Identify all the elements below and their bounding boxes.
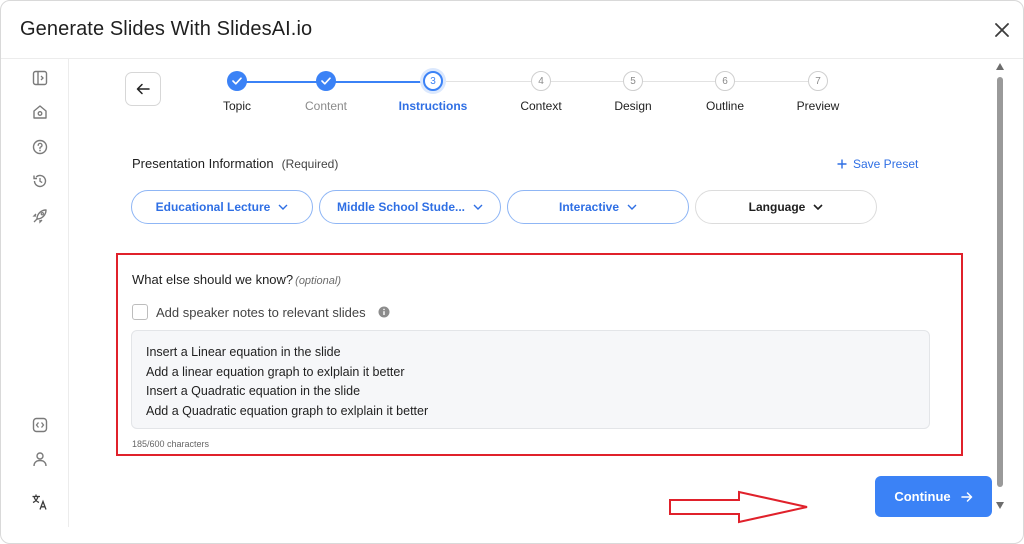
step-number: 3 <box>423 71 443 91</box>
home-icon <box>33 105 47 119</box>
sidebar-item-help[interactable] <box>29 136 51 158</box>
step-label: Topic <box>222 99 251 113</box>
scrollbar[interactable] <box>993 63 1007 513</box>
pill-label: Middle School Stude... <box>336 200 465 214</box>
translate-icon <box>32 494 47 510</box>
step-context[interactable]: 4 Context <box>496 71 586 113</box>
scroll-up-icon <box>996 63 1004 70</box>
scroll-down-icon <box>996 502 1004 509</box>
rocket-icon <box>32 209 47 224</box>
instruction-line: Insert a Quadratic equation in the slide <box>146 384 361 398</box>
speaker-notes-checkbox[interactable] <box>132 304 148 320</box>
chevron-down-icon <box>813 204 823 210</box>
check-icon <box>321 77 331 85</box>
pill-label: Interactive <box>558 200 620 214</box>
dialog-title: Generate Slides With SlidesAI.io <box>20 18 313 40</box>
step-number: 5 <box>623 71 643 91</box>
audience-select[interactable]: Middle School Stude... <box>319 190 501 224</box>
speaker-notes-row: Add speaker notes to relevant slides <box>132 304 390 320</box>
step-label: Instructions <box>398 99 468 113</box>
step-label: Preview <box>796 99 840 113</box>
step-label: Content <box>304 99 348 113</box>
user-icon <box>33 452 47 467</box>
annotation-arrow <box>669 490 808 524</box>
save-preset-button[interactable]: Save Preset <box>837 157 918 171</box>
pill-label: Language <box>748 200 806 214</box>
step-label: Outline <box>705 99 745 113</box>
sidebar-item-home[interactable] <box>29 101 51 123</box>
question-text: What else should we know? <box>132 272 294 287</box>
chevron-down-icon <box>278 204 288 210</box>
sidebar-toggle-button[interactable] <box>29 67 51 89</box>
step-number: 6 <box>715 71 735 91</box>
optional-note: (optional) <box>295 275 342 287</box>
continue-label: Continue <box>894 489 951 504</box>
save-preset-label: Save Preset <box>853 157 919 171</box>
step-content[interactable]: Content <box>281 71 371 113</box>
step-label: Design <box>614 99 652 113</box>
close-button[interactable] <box>989 17 1015 43</box>
check-icon <box>232 77 242 85</box>
step-circle <box>316 71 336 91</box>
arrow-left-icon <box>136 83 150 95</box>
speaker-notes-label[interactable]: Add speaker notes to relevant slides <box>156 305 366 320</box>
chevron-down-icon <box>627 204 637 210</box>
step-preview[interactable]: 7 Preview <box>773 71 863 113</box>
back-button[interactable] <box>125 72 161 106</box>
step-instructions[interactable]: 3 Instructions <box>388 71 478 113</box>
pill-label: Educational Lecture <box>155 200 271 214</box>
tone-select[interactable]: Interactive <box>507 190 689 224</box>
history-icon <box>33 174 47 188</box>
sidebar-item-launch[interactable] <box>29 205 51 227</box>
chevron-down-icon <box>473 204 483 210</box>
instruction-line: Add a linear equation graph to exlplain … <box>146 364 405 379</box>
generate-slides-dialog: Generate Slides With SlidesAI.io Topic C… <box>0 0 1024 544</box>
step-outline[interactable]: 6 Outline <box>680 71 770 113</box>
scroll-thumb[interactable] <box>997 77 1003 487</box>
sidebar-item-translate[interactable] <box>29 491 51 513</box>
sidebar <box>1 59 69 527</box>
presentation-info-title: Presentation Information <box>132 156 274 171</box>
presentation-info-heading: Presentation Information (Required) <box>132 156 338 171</box>
step-number: 7 <box>808 71 828 91</box>
step-label: Context <box>520 99 562 113</box>
step-design[interactable]: 5 Design <box>588 71 678 113</box>
required-note: (Required) <box>281 157 339 171</box>
info-icon <box>378 306 390 318</box>
close-icon <box>995 23 1009 37</box>
presentation-type-select[interactable]: Educational Lecture <box>131 190 313 224</box>
dialog-header: Generate Slides With SlidesAI.io <box>1 1 1023 59</box>
step-circle <box>227 71 247 91</box>
sidebar-item-account[interactable] <box>29 448 51 470</box>
instructions-question: What else should we know? (optional) <box>132 272 341 287</box>
instructions-textarea[interactable]: Insert a Linear equation in the slide Ad… <box>131 330 930 429</box>
sidebar-item-embed[interactable] <box>29 414 51 436</box>
character-count: 185/600 characters <box>132 439 210 449</box>
sidebar-item-history[interactable] <box>29 170 51 192</box>
code-icon <box>32 417 48 433</box>
language-select[interactable]: Language <box>695 190 877 224</box>
continue-button[interactable]: Continue <box>875 476 992 517</box>
plus-icon <box>837 159 847 169</box>
step-number: 4 <box>531 71 551 91</box>
panel-toggle-icon <box>32 70 48 86</box>
arrow-right-icon <box>960 491 972 502</box>
help-icon <box>32 139 48 155</box>
instruction-line: Add a Quadratic equation graph to exlpla… <box>146 403 429 418</box>
instruction-line: Insert a Linear equation in the slide <box>146 345 341 359</box>
step-topic[interactable]: Topic <box>192 71 282 113</box>
